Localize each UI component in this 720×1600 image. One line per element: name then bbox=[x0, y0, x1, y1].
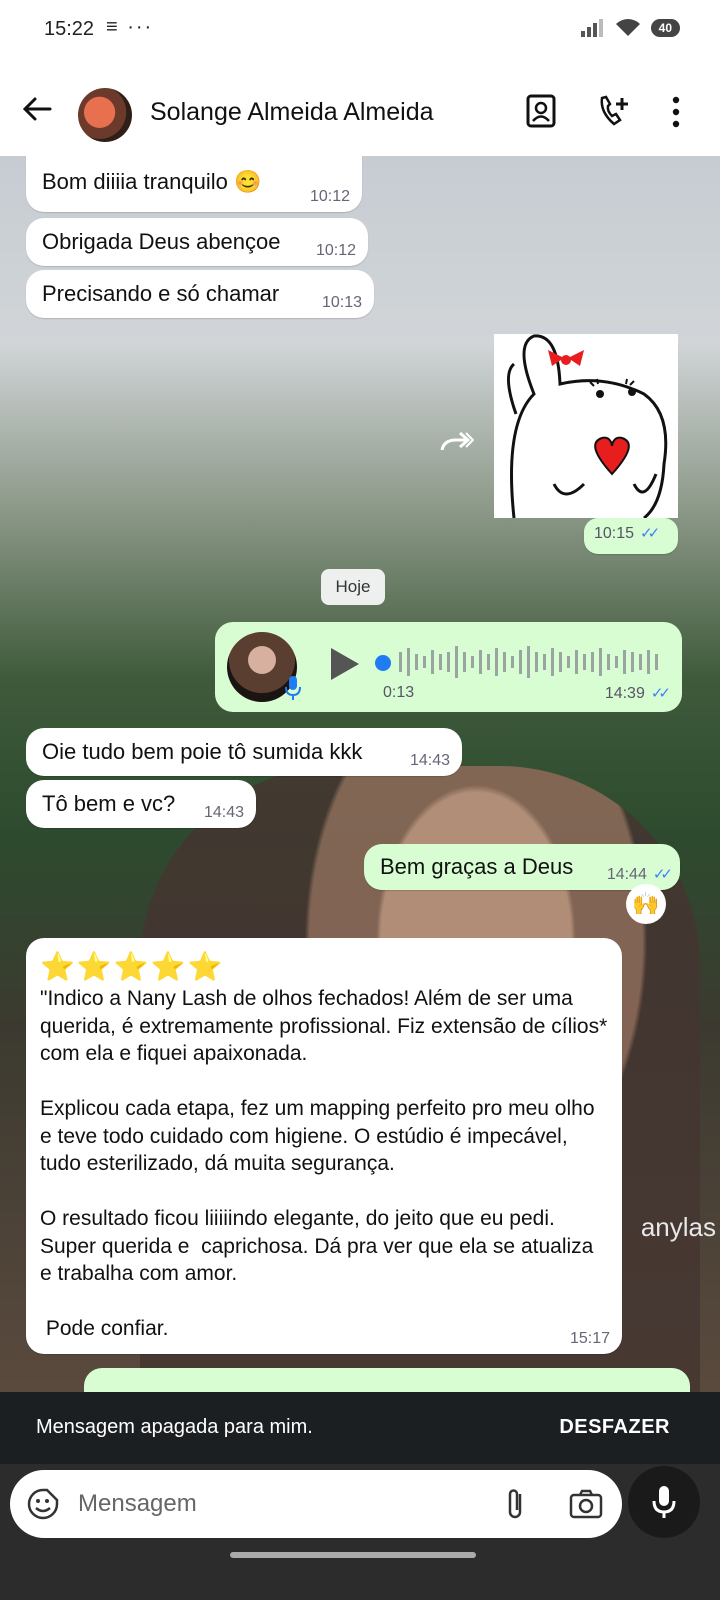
read-ticks-icon: ✓✓ bbox=[650, 685, 671, 702]
sticker-time-chip: 10:15 ✓✓ bbox=[584, 518, 678, 554]
wifi-icon bbox=[615, 19, 640, 36]
date-separator: Hoje bbox=[321, 569, 385, 605]
message-time: 10:12 bbox=[315, 242, 356, 259]
message-input[interactable]: Mensagem bbox=[10, 1470, 622, 1538]
sticker-message[interactable] bbox=[494, 334, 678, 520]
message-time: 14:43 bbox=[409, 752, 450, 769]
message-time: 14:39 bbox=[604, 685, 645, 702]
message-time: 14:44 bbox=[606, 866, 647, 883]
status-time: 15:22 bbox=[44, 18, 95, 40]
message-time: 14:43 bbox=[203, 804, 244, 821]
waveform bbox=[399, 646, 658, 678]
contact-avatar[interactable] bbox=[78, 88, 132, 142]
message-text: Obrigada Deus abençoe bbox=[42, 229, 281, 254]
camera-icon[interactable] bbox=[568, 1488, 604, 1520]
read-ticks-icon: ✓✓ bbox=[652, 866, 673, 883]
read-ticks-icon: ✓✓ bbox=[640, 525, 660, 542]
message-bubble-incoming[interactable]: Bom diiiia tranquilo 😊 10:12 bbox=[26, 156, 362, 212]
message-text: "Indico a Nany Lash de olhos fechados! A… bbox=[40, 987, 608, 1340]
attach-icon[interactable] bbox=[500, 1486, 530, 1522]
contact-name[interactable]: Solange Almeida Almeida bbox=[150, 98, 434, 127]
message-reaction[interactable]: 🙌 bbox=[626, 884, 666, 924]
message-bubble-outgoing[interactable]: Bem graças a Deus 14:44 ✓✓ bbox=[364, 844, 680, 890]
mic-icon bbox=[285, 676, 301, 700]
message-bubble-incoming[interactable]: Oie tudo bem poie tô sumida kkk 14:43 bbox=[26, 728, 462, 776]
message-time: 10:15 bbox=[594, 525, 635, 542]
emoji-sticker-icon[interactable] bbox=[26, 1487, 60, 1521]
more-options-icon[interactable] bbox=[656, 92, 696, 132]
message-placeholder: Mensagem bbox=[78, 1490, 197, 1517]
back-arrow-icon[interactable] bbox=[20, 92, 54, 126]
message-time: 15:17 bbox=[569, 1330, 610, 1347]
message-bubble-incoming[interactable]: Tô bem e vc? 14:43 bbox=[26, 780, 256, 828]
add-call-icon[interactable] bbox=[594, 92, 634, 132]
message-text: Precisando e só chamar bbox=[42, 281, 280, 306]
contact-card-icon[interactable] bbox=[522, 92, 562, 132]
battery-indicator: 40 bbox=[650, 19, 680, 37]
voice-record-button[interactable] bbox=[628, 1466, 700, 1538]
snackbar: Mensagem apagada para mim. DESFAZER bbox=[0, 1392, 720, 1464]
voice-message[interactable]: 0:13 14:39 ✓✓ bbox=[215, 622, 682, 712]
play-icon[interactable] bbox=[327, 646, 361, 682]
chat-header: Solange Almeida Almeida bbox=[0, 62, 720, 156]
notification-icons: ≡ ··· bbox=[106, 16, 154, 38]
snackbar-message: Mensagem apagada para mim. bbox=[36, 1416, 313, 1438]
rating-stars: ⭐⭐⭐⭐⭐ bbox=[40, 951, 225, 982]
microphone-icon bbox=[652, 1486, 676, 1518]
message-text: Bom diiiia tranquilo 😊 bbox=[42, 169, 262, 194]
voice-duration: 0:13 bbox=[383, 684, 415, 701]
status-right: 40 bbox=[580, 18, 680, 38]
message-bubble-incoming[interactable]: Precisando e só chamar 10:13 bbox=[26, 270, 374, 318]
message-time: 10:12 bbox=[309, 188, 350, 205]
home-indicator[interactable] bbox=[230, 1552, 476, 1558]
message-bubble-incoming[interactable]: ⭐⭐⭐⭐⭐ "Indico a Nany Lash de olhos fecha… bbox=[26, 938, 622, 1354]
playback-scrubber[interactable] bbox=[375, 655, 391, 671]
undo-button[interactable]: DESFAZER bbox=[559, 1416, 670, 1439]
composer-bar: Mensagem bbox=[0, 1464, 720, 1600]
bunny-sticker-icon bbox=[507, 334, 668, 520]
message-text: Oie tudo bem poie tô sumida kkk bbox=[42, 739, 363, 764]
voice-time: 14:39 ✓✓ bbox=[604, 684, 671, 703]
message-bubble-incoming[interactable]: Obrigada Deus abençoe 10:12 bbox=[26, 218, 368, 266]
message-time: 10:13 bbox=[321, 294, 362, 311]
chat-area[interactable]: anylas Bom diiiia tranquilo 😊 10:12 Obri… bbox=[0, 156, 720, 1400]
forward-icon[interactable] bbox=[440, 428, 474, 456]
signal-icon bbox=[580, 19, 603, 37]
status-bar: 15:22 ≡ ··· 40 bbox=[0, 0, 720, 62]
message-time-wrap: 14:44 ✓✓ bbox=[606, 865, 673, 884]
wallpaper-watermark: anylas bbox=[640, 1212, 716, 1242]
